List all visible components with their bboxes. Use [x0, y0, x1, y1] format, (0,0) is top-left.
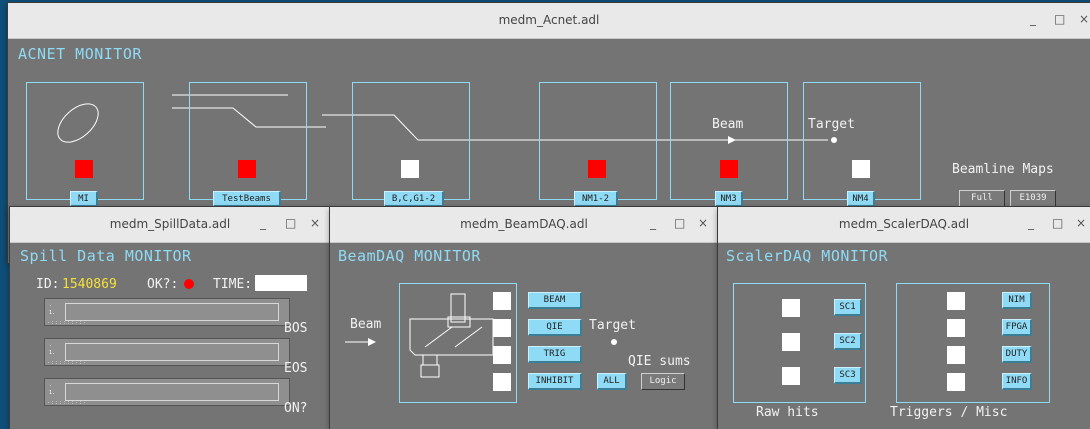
- spilldata-titlebar[interactable]: medm_SpillData.adl _ □ ×: [10, 207, 330, 243]
- nm3-button[interactable]: NM3: [715, 191, 743, 207]
- status-indicator-testbeams: [238, 160, 256, 178]
- strip-scale: . 1.: [49, 342, 56, 356]
- inhibit-button[interactable]: INHIBIT: [528, 373, 582, 390]
- status-indicator-mi: [75, 160, 93, 178]
- status-indicator-inhibit: [493, 373, 511, 391]
- nm4-button[interactable]: NM4: [847, 191, 875, 207]
- bcg-button[interactable]: B,C,G1-2: [384, 191, 444, 207]
- strip-axis-ticks: -::::::-:-: [47, 400, 88, 406]
- status-indicator-qie: [493, 319, 511, 337]
- strip-axis-ticks: -::::::-:-: [47, 360, 88, 366]
- logic-button[interactable]: Logic: [641, 373, 685, 390]
- status-indicator-sc2: [782, 333, 800, 351]
- triggers-misc-label: Triggers / Misc: [890, 405, 1008, 420]
- status-indicator-sc1: [782, 299, 800, 317]
- status-indicator-beam: [493, 292, 511, 310]
- id-label: ID:: [36, 277, 60, 292]
- minimize-button[interactable]: _: [1028, 216, 1034, 230]
- status-indicator-duty: [947, 346, 965, 364]
- spilldata-heading: Spill Data MONITOR: [20, 247, 192, 265]
- time-value-field: [255, 275, 307, 291]
- close-button[interactable]: ×: [1076, 216, 1086, 230]
- mi-button[interactable]: MI: [70, 191, 98, 207]
- status-indicator-bcg: [401, 160, 419, 178]
- eos-strip-chart: . 1. -::::::-:-: [44, 338, 290, 366]
- sc2-button[interactable]: SC2: [834, 333, 862, 350]
- e1039-map-button[interactable]: E1039: [1010, 190, 1056, 208]
- scalerdaq-heading: ScalerDAQ MONITOR: [726, 247, 889, 265]
- beamdaq-window: medm_BeamDAQ.adl _ □ × BeamDAQ MONITOR B…: [330, 207, 718, 429]
- on-strip-chart: . 1. -::::::-:-: [44, 378, 290, 406]
- info-button[interactable]: INFO: [1002, 373, 1032, 390]
- station-nm12-box: [539, 82, 657, 200]
- strip-plot-area: [65, 343, 279, 361]
- beam-label: Beam: [712, 117, 744, 132]
- fpga-button[interactable]: FPGA: [1002, 319, 1032, 336]
- close-button[interactable]: ×: [310, 216, 320, 230]
- time-label: TIME:: [213, 277, 253, 292]
- qie-sums-label: QIE sums: [628, 354, 691, 369]
- testbeams-button[interactable]: TestBeams: [213, 191, 281, 207]
- strip-axis-ticks: -::::::-:-: [47, 320, 88, 326]
- status-indicator-nm12: [588, 160, 606, 178]
- status-indicator-trig: [493, 346, 511, 364]
- maximize-button[interactable]: □: [285, 216, 296, 230]
- nm12-button[interactable]: NM1-2: [574, 191, 618, 207]
- spill-id-value: 1540869: [62, 277, 117, 292]
- trig-button[interactable]: TRIG: [528, 346, 582, 363]
- scalerdaq-window-title: medm_ScalerDAQ.adl: [838, 217, 970, 231]
- eos-label: EOS: [284, 361, 308, 376]
- sc3-button[interactable]: SC3: [834, 367, 862, 384]
- ok-status-indicator: [184, 279, 194, 289]
- strip-plot-area: [65, 303, 279, 321]
- station-mi-box: [26, 82, 144, 200]
- qie-button[interactable]: QIE: [528, 319, 582, 336]
- on-label: ON?: [284, 401, 308, 416]
- raw-hits-label: Raw hits: [756, 405, 819, 420]
- target-label: Target: [589, 318, 636, 333]
- bos-strip-chart: . 1. -::::::-:-: [44, 298, 290, 326]
- bos-label: BOS: [284, 321, 308, 336]
- beam-button[interactable]: BEAM: [528, 292, 582, 309]
- status-indicator-info: [947, 373, 965, 391]
- status-indicator-sc3: [782, 367, 800, 385]
- beamdaq-diagram: [345, 293, 617, 378]
- sc1-button[interactable]: SC1: [834, 299, 862, 316]
- spilldata-window-title: medm_SpillData.adl: [109, 217, 231, 231]
- target-label: Target: [808, 117, 855, 132]
- station-testbeams-box: [189, 82, 307, 200]
- full-map-button[interactable]: Full: [959, 190, 1005, 208]
- status-indicator-nm4: [852, 160, 870, 178]
- strip-plot-area: [65, 383, 279, 401]
- ok-label: OK?:: [147, 277, 179, 292]
- minimize-button[interactable]: _: [260, 216, 266, 230]
- target-dot-icon: [611, 339, 617, 345]
- status-indicator-nm3: [720, 160, 738, 178]
- spilldata-window: medm_SpillData.adl _ □ × Spill Data MONI…: [10, 207, 330, 429]
- nim-button[interactable]: NIM: [1002, 292, 1032, 309]
- status-indicator-fpga: [947, 319, 965, 337]
- all-button[interactable]: ALL: [597, 373, 627, 390]
- beamline-maps-label: Beamline Maps: [952, 162, 1054, 177]
- maximize-button[interactable]: □: [1052, 216, 1063, 230]
- strip-scale: . 1.: [49, 382, 56, 396]
- strip-scale: . 1.: [49, 302, 56, 316]
- beam-arrow-icon: [368, 338, 376, 346]
- duty-button[interactable]: DUTY: [1002, 346, 1032, 363]
- station-nm4-box: [803, 82, 921, 200]
- station-bcg-box: [352, 82, 470, 200]
- station-nm3-box: [670, 82, 788, 200]
- status-indicator-nim: [947, 292, 965, 310]
- scalerdaq-titlebar[interactable]: medm_ScalerDAQ.adl _ □ ×: [718, 207, 1090, 243]
- scalerdaq-window: medm_ScalerDAQ.adl _ □ × ScalerDAQ MONIT…: [718, 207, 1090, 429]
